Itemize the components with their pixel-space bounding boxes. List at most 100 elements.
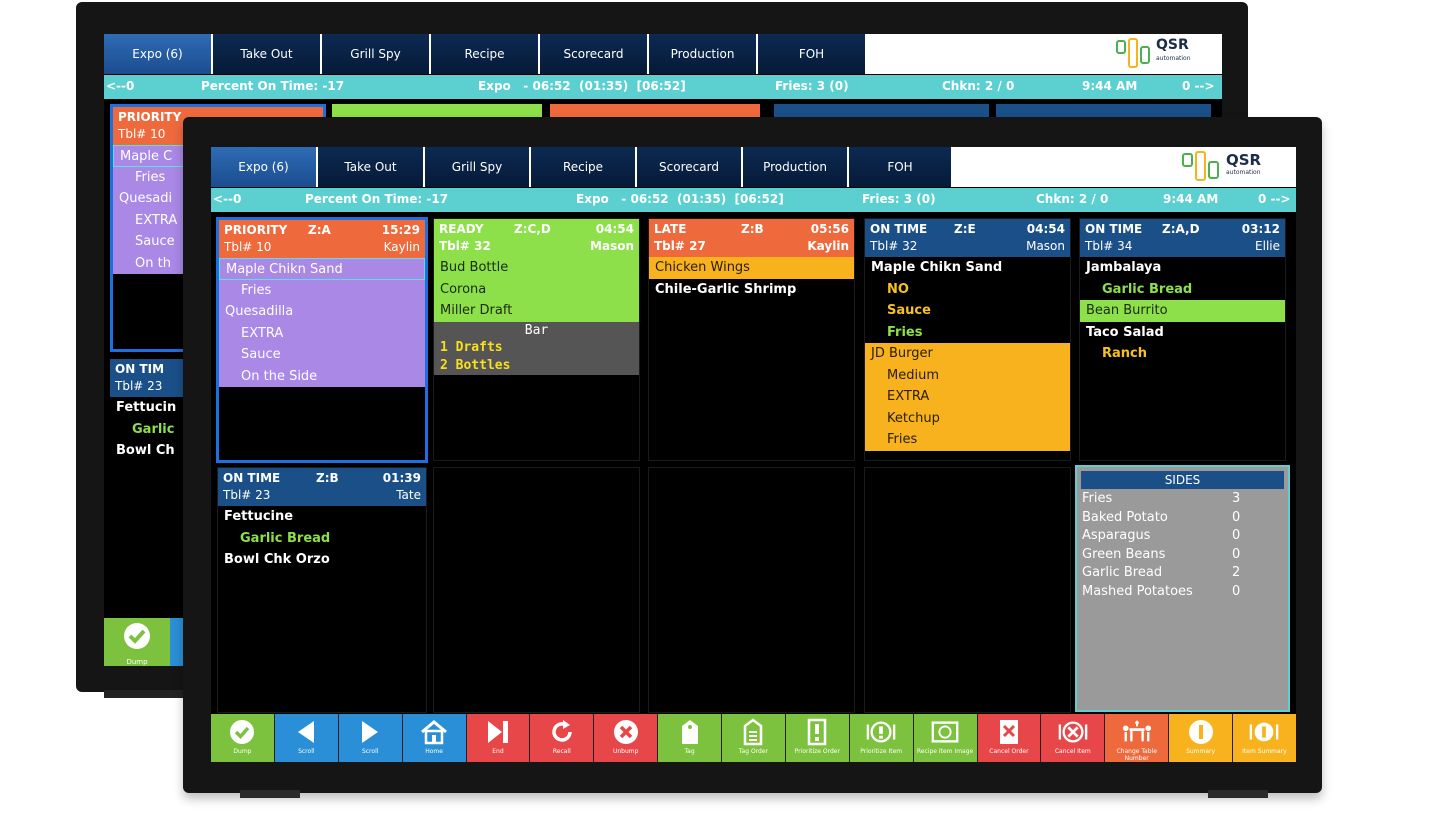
back-order-late-header: [550, 104, 760, 118]
order-ticket-late[interactable]: LATE Z:B 05:56 Tbl# 27 Kaylin Chicken Wi…: [648, 218, 855, 461]
order-item[interactable]: Maple Chikn Sand: [219, 258, 425, 280]
item-summary-button[interactable]: Item Summary: [1233, 714, 1296, 762]
scroll-left-button[interactable]: Scroll: [274, 714, 339, 762]
empty-order-slot: [433, 467, 640, 713]
expo-timer: Expo - 06:52 (01:35) [06:52]: [576, 192, 784, 206]
back-tab-expo[interactable]: Expo (6): [104, 34, 213, 74]
tab-recipe[interactable]: Recipe: [531, 147, 637, 187]
order-modifier[interactable]: Sauce: [865, 300, 1070, 322]
order-modifier[interactable]: Sauce: [219, 344, 425, 366]
back-tab-takeout[interactable]: Take Out: [213, 34, 322, 74]
cancel-item-button[interactable]: Cancel Item: [1041, 714, 1106, 762]
back-tab-foh[interactable]: FOH: [758, 34, 867, 74]
cancel-order-button[interactable]: Cancel Order: [977, 714, 1042, 762]
scroll-right-button[interactable]: Scroll: [338, 714, 403, 762]
order-header: LATE Z:B 05:56 Tbl# 27 Kaylin: [649, 219, 854, 257]
tag-order-button[interactable]: Tag Order: [722, 714, 786, 762]
order-modifier[interactable]: NO: [865, 279, 1070, 301]
order-modifier[interactable]: Garlic Bread: [218, 528, 426, 550]
order-modifier[interactable]: EXTRA: [219, 322, 425, 344]
order-ticket-ontime-34[interactable]: ON TIME Z:A,D 03:12 Tbl# 34 Ellie Jambal…: [1079, 218, 1286, 461]
order-ticket-priority[interactable]: PRIORITY Z:A 15:29 Tbl# 10 Kaylin Maple …: [216, 217, 428, 463]
front-monitor-foot-left: [240, 790, 300, 798]
order-modifier[interactable]: Fries: [219, 279, 425, 301]
percent-on-time: Percent On Time: -17: [305, 192, 449, 206]
tab-foh[interactable]: FOH: [849, 147, 953, 187]
next-page-indicator[interactable]: 0 -->: [1258, 192, 1291, 206]
prioritize-order-button[interactable]: Prioritize Order: [785, 714, 850, 762]
order-modifier[interactable]: EXTRA: [865, 386, 1070, 408]
order-modifier[interactable]: Fries: [865, 429, 1070, 451]
order-modifier[interactable]: Ketchup: [865, 407, 1070, 429]
back-tab-production[interactable]: Production: [649, 34, 758, 74]
unbump-button[interactable]: Unbump: [594, 714, 659, 762]
order-item[interactable]: Chile-Garlic Shrimp: [649, 279, 854, 301]
clock: 9:44 AM: [1163, 192, 1219, 206]
tab-grill-spy[interactable]: Grill Spy: [425, 147, 531, 187]
recall-button[interactable]: Recall: [530, 714, 595, 762]
status-bar: <--0 Percent On Time: -17 Expo - 06:52 (…: [211, 188, 1296, 212]
summary-button[interactable]: Summary: [1169, 714, 1233, 762]
sides-row: Asparagus 0: [1082, 528, 1241, 543]
tag-button[interactable]: Tag: [658, 714, 722, 762]
prioritize-order-icon: [802, 718, 832, 746]
order-item[interactable]: Maple Chikn Sand: [865, 257, 1070, 279]
order-modifier[interactable]: Medium: [865, 364, 1070, 386]
summary-icon: [1186, 718, 1216, 746]
unbump-icon: [611, 718, 641, 746]
dump-button[interactable]: Dump: [211, 714, 275, 762]
tab-production[interactable]: Production: [743, 147, 849, 187]
prev-page-indicator[interactable]: <--0: [213, 192, 241, 206]
order-item[interactable]: Taco Salad: [1080, 322, 1285, 344]
order-header: PRIORITY Z:A 15:29 Tbl# 10 Kaylin: [219, 220, 425, 258]
order-ticket-ontime-32[interactable]: ON TIME Z:E 04:54 Tbl# 32 Mason Maple Ch…: [864, 218, 1071, 461]
order-modifier[interactable]: Fries: [865, 322, 1070, 344]
order-ticket-ready[interactable]: READY Z:C,D 04:54 Tbl# 32 Mason Bud Bott…: [433, 218, 640, 461]
order-item[interactable]: Fettucine: [218, 506, 426, 528]
order-item[interactable]: Quesadilla: [219, 301, 425, 323]
back-dump-button[interactable]: Dump: [104, 618, 170, 666]
back-tab-grillspy[interactable]: Grill Spy: [322, 34, 431, 74]
order-modifier[interactable]: Garlic Bread: [1080, 279, 1285, 301]
recipe-image-icon: [930, 718, 960, 746]
order-item[interactable]: Bowl Chk Orzo: [218, 549, 426, 571]
back-tab-recipe[interactable]: Recipe: [431, 34, 540, 74]
back-logo: QSR automation: [1114, 36, 1218, 72]
change-table-number-button[interactable]: Change Table Number: [1105, 714, 1170, 762]
tab-expo[interactable]: Expo (6): [211, 147, 318, 187]
order-item[interactable]: Jambalaya: [1080, 257, 1285, 279]
order-item[interactable]: Chicken Wings: [649, 257, 854, 279]
order-item[interactable]: Bud Bottle: [434, 257, 639, 279]
tab-bar: Expo (6) Take Out Grill Spy Recipe Score…: [211, 147, 1296, 187]
order-item[interactable]: JD Burger: [865, 343, 1070, 365]
order-item[interactable]: Miller Draft: [434, 300, 639, 322]
empty-order-slot: [648, 467, 855, 713]
order-item[interactable]: Bean Burrito: [1080, 300, 1285, 322]
order-item[interactable]: Corona: [434, 278, 639, 300]
back-tab-scorecard[interactable]: Scorecard: [540, 34, 649, 74]
back-status-bar: <--0 Percent On Time: -17 Expo - 06:52 (…: [104, 75, 1222, 99]
recall-icon: [547, 718, 577, 746]
cancel-item-icon: [1058, 718, 1088, 746]
item-summary-icon: [1249, 718, 1279, 746]
end-button[interactable]: End: [466, 714, 531, 762]
home-button[interactable]: Home: [402, 714, 467, 762]
tag-icon: [675, 718, 705, 746]
order-header: ON TIME Z:A,D 03:12 Tbl# 34 Ellie: [1080, 219, 1285, 257]
order-modifier[interactable]: On the Side: [219, 365, 425, 387]
recipe-item-image-button[interactable]: Recipe Item Image: [913, 714, 978, 762]
sides-row: Fries 3: [1082, 491, 1241, 506]
prioritize-item-button[interactable]: Prioritize Item: [849, 714, 914, 762]
tab-take-out[interactable]: Take Out: [318, 147, 425, 187]
arrow-right-icon: [355, 718, 385, 746]
arrow-left-icon: [291, 718, 321, 746]
change-table-icon: [1122, 718, 1152, 746]
order-header: ON TIME Z:B 01:39 Tbl# 23 Tate: [218, 468, 426, 506]
order-ticket-ontime-23[interactable]: ON TIME Z:B 01:39 Tbl# 23 Tate Fettucine…: [217, 467, 427, 713]
order-header: ON TIME Z:E 04:54 Tbl# 32 Mason: [865, 219, 1070, 257]
order-modifier[interactable]: Ranch: [1080, 343, 1285, 365]
tab-scorecard[interactable]: Scorecard: [637, 147, 743, 187]
kds-screen: Expo (6) Take Out Grill Spy Recipe Score…: [211, 147, 1296, 762]
home-icon: [419, 718, 449, 746]
sides-row: Mashed Potatoes 0: [1082, 583, 1241, 599]
